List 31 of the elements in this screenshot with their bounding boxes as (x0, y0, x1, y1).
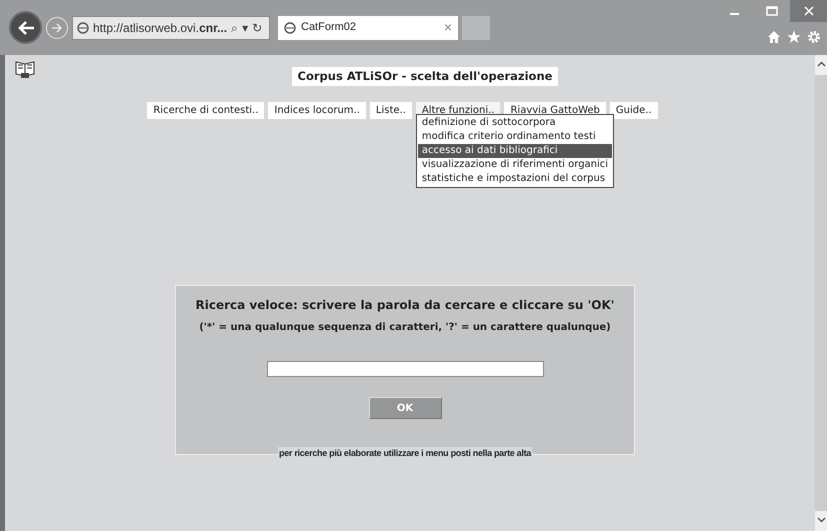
maximize-icon[interactable] (766, 6, 778, 16)
dropdown-item[interactable]: accesso ai dati bibliografici (418, 144, 612, 158)
menu-item[interactable]: Guide.. (610, 102, 658, 120)
menu-item[interactable]: Ricerche di contesti.. (147, 102, 264, 120)
new-tab-button[interactable] (462, 16, 490, 40)
settings-icon[interactable] (807, 30, 821, 44)
book-logo-icon (15, 59, 35, 79)
star-icon[interactable] (787, 30, 801, 44)
forward-arrow-icon[interactable] (51, 22, 63, 32)
back-arrow-icon[interactable] (16, 20, 34, 36)
browser-tab[interactable]: CatForm02 × (278, 16, 458, 40)
menu-item[interactable]: Indices locorum.. (268, 102, 366, 120)
close-icon[interactable] (804, 6, 814, 16)
address-bar[interactable]: http://atlisorweb.ovi.cnr... ⌕ ▾ ↻ (72, 16, 270, 40)
scroll-down-icon[interactable] (816, 517, 826, 524)
dropdown-item[interactable]: visualizzazione di riferimenti organici (418, 158, 612, 172)
tab-close-button[interactable]: × (444, 17, 452, 38)
search-hint: ('*' = una qualunque sequenza di caratteri, '?' = un carattere qualunque) (199, 321, 611, 336)
menu-item[interactable]: Liste.. (370, 102, 412, 120)
search-note: per ricerche più elaborate utilizzare i menu posti nella parte alta (278, 446, 532, 460)
close-button[interactable] (790, 0, 827, 22)
page-title: Corpus ATLiSOr - scelta dell'operazione (292, 67, 558, 86)
dropdown-item[interactable]: statistiche e impostazioni del corpus (418, 172, 612, 186)
forward-button[interactable] (46, 16, 68, 38)
scrollbar[interactable] (815, 55, 827, 531)
search-title: Ricerca veloce: scrivere la parola da cercare e cliccare su 'OK' (196, 297, 614, 314)
dropdown-item[interactable]: modifica criterio ordinamento testi (418, 130, 612, 144)
search-input[interactable] (266, 361, 544, 378)
home-icon[interactable] (767, 30, 781, 44)
scroll-up-icon[interactable] (816, 61, 826, 68)
back-button[interactable] (9, 11, 42, 44)
